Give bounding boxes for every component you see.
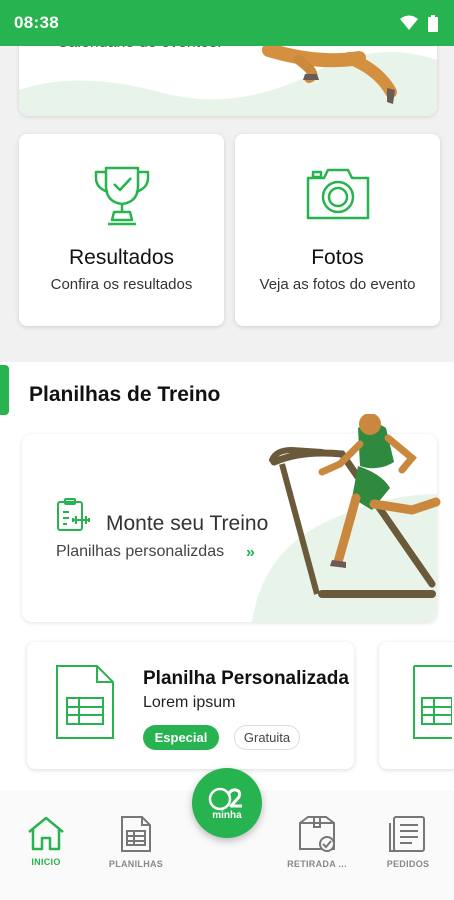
photos-title: Fotos — [311, 246, 364, 269]
photos-subtitle: Veja as fotos do evento — [259, 276, 416, 293]
banner-title: Monte seu Treino — [106, 512, 269, 535]
banner-subtitle: Planilhas personalizdas — [56, 543, 225, 560]
spreadsheet-document-icon — [413, 665, 452, 739]
nav-label-pedidos: PEDIDOS — [386, 859, 430, 869]
nav-label-inicio: INICIO — [31, 857, 61, 867]
results-card[interactable]: Resultados Confira os resultados — [19, 134, 224, 326]
fab-label: minha — [212, 809, 242, 821]
battery-icon — [428, 14, 438, 32]
nav-item-planilhas[interactable]: PLANILHAS — [96, 815, 176, 869]
workout-plan-icon — [57, 498, 90, 531]
o2-logo-icon — [208, 787, 242, 810]
minha-fab-button[interactable]: minha — [192, 768, 262, 838]
plan-subtitle: Lorem ipsum — [143, 694, 236, 711]
custom-plan-card[interactable]: Planilha Personalizada Lorem ipsum Espec… — [27, 642, 354, 769]
next-plan-card[interactable] — [379, 642, 454, 769]
results-subtitle: Confira os resultados — [50, 276, 193, 293]
camera-icon — [306, 168, 369, 220]
nav-item-inicio[interactable]: INICIO — [6, 815, 86, 867]
section-title: Planilhas de Treino — [29, 383, 221, 406]
treadmill-runner-illustration — [269, 414, 441, 598]
trophy-icon — [94, 166, 149, 226]
build-workout-banner[interactable]: Monte seu Treino Planilhas personalizdas… — [22, 414, 441, 622]
status-bar: 08:38 — [0, 0, 454, 46]
spreadsheet-icon — [121, 816, 151, 852]
nav-label-retirada: RETIRADA ... — [287, 859, 347, 869]
section-accent-bar — [0, 365, 9, 415]
nav-item-pedidos[interactable]: PEDIDOS — [368, 815, 448, 869]
photos-card[interactable]: Fotos Veja as fotos do evento — [235, 134, 440, 326]
orders-icon — [389, 816, 425, 852]
results-title: Resultados — [68, 246, 175, 269]
wifi-icon — [400, 15, 418, 30]
plan-title: Planilha Personalizada — [143, 668, 349, 689]
nav-item-retirada[interactable]: RETIRADA ... — [277, 815, 357, 869]
status-time: 08:38 — [14, 13, 59, 32]
chevron-double-right-icon: » — [246, 544, 255, 561]
package-icon — [299, 816, 335, 852]
status-icons — [400, 14, 438, 32]
nav-label-planilhas: PLANILHAS — [108, 859, 164, 869]
home-icon — [28, 816, 64, 851]
special-badge: Especial — [143, 725, 219, 750]
free-badge: Gratuita — [234, 725, 300, 750]
spreadsheet-document-icon — [56, 665, 114, 739]
